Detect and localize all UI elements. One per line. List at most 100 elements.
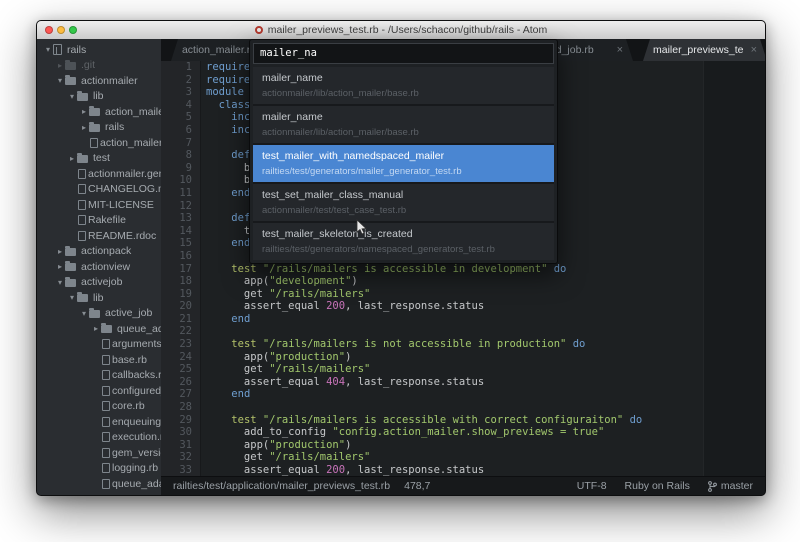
fuzzy-result-item[interactable]: test_mailer_with_namedspaced_mailerrailt…: [253, 145, 554, 182]
tree-item-actionview[interactable]: ▸actionview: [37, 259, 161, 275]
tree-item-enqueuing-rb[interactable]: enqueuing.rb: [37, 414, 161, 430]
status-branch[interactable]: master: [708, 480, 753, 492]
code-token: end: [231, 237, 250, 249]
file-icon: [102, 355, 110, 365]
tree-item-CHANGELOG-md[interactable]: CHANGELOG.md: [37, 182, 161, 198]
tree-item-label: callbacks.rb: [112, 369, 161, 381]
file-icon: [78, 169, 86, 179]
fuzzy-result-item[interactable]: mailer_nameactionmailer/lib/action_maile…: [253, 67, 554, 104]
status-cursor-position[interactable]: 478,7: [404, 480, 430, 492]
line-number: 14: [161, 225, 200, 238]
tree-item-arguments-rb[interactable]: arguments.rb: [37, 337, 161, 353]
code-token: inc: [231, 111, 250, 123]
file-icon: [102, 417, 110, 427]
tree-item-Rakefile[interactable]: Rakefile: [37, 213, 161, 229]
code-token: "config.action_mailer.show_previews = tr…: [332, 426, 604, 438]
tree-item-label: Rakefile: [88, 214, 126, 226]
tree-item-action-mailer-rb[interactable]: action_mailer.rb: [37, 135, 161, 151]
tree-item-action-mailer[interactable]: ▸action_mailer: [37, 104, 161, 120]
line-number: 28: [161, 401, 200, 414]
line-number: 2: [161, 74, 200, 87]
tree-item-test[interactable]: ▸test: [37, 151, 161, 167]
fuzzy-result-path: railties/test/generators/mailer_generato…: [262, 166, 545, 177]
tree-item-label: queue_adapter.rb: [112, 478, 161, 490]
fuzzy-finder-input[interactable]: mailer_na: [253, 43, 554, 64]
code-token: assert_equal: [206, 376, 326, 388]
tree-item-active-job[interactable]: ▾active_job: [37, 306, 161, 322]
tab-mailer-previews-test-rb[interactable]: mailer_previews_test.rb×: [643, 39, 766, 61]
tree-item-lib[interactable]: ▾lib: [37, 290, 161, 306]
tree-view[interactable]: ▾rails▸.git▾actionmailer▾lib▸action_mail…: [37, 39, 161, 495]
code-token: b: [206, 174, 250, 186]
fuzzy-result-title: test_set_mailer_class_manual: [262, 189, 545, 201]
status-grammar[interactable]: Ruby on Rails: [625, 480, 690, 492]
fuzzy-result-title: test_mailer_with_namedspaced_mailer: [262, 150, 545, 162]
tab-label: action_mailer.rb: [181, 44, 257, 56]
code-token: [206, 338, 231, 350]
line-number: 3: [161, 86, 200, 99]
line-number: 12: [161, 200, 200, 213]
tree-item-actionmailer-gemspec[interactable]: actionmailer.gemspec: [37, 166, 161, 182]
status-encoding[interactable]: UTF-8: [577, 480, 607, 492]
code-line: add_to_config "config.action_mailer.show…: [206, 426, 765, 439]
fuzzy-result-item[interactable]: test_mailer_skeleton_is_created railties/…: [253, 223, 554, 260]
folder-icon: [77, 93, 88, 101]
tree-item-queue-adapter-rb[interactable]: queue_adapter.rb: [37, 476, 161, 492]
tree-item-gem-version-rb[interactable]: gem_version.rb: [37, 445, 161, 461]
code-token: app(: [206, 351, 269, 363]
line-number: 31: [161, 439, 200, 452]
code-line: assert_equal 404, last_response.status: [206, 376, 765, 389]
close-window-button[interactable]: [45, 26, 53, 34]
tree-item-label: actionpack: [81, 245, 131, 257]
tree-item-core-rb[interactable]: core.rb: [37, 399, 161, 415]
minimize-window-button[interactable]: [57, 26, 65, 34]
atom-icon: [255, 26, 263, 34]
tree-item-README-rdoc[interactable]: README.rdoc: [37, 228, 161, 244]
tree-item-label: actionmailer.gemspec: [88, 168, 161, 180]
close-tab-icon[interactable]: ×: [751, 45, 757, 55]
fuzzy-result-item[interactable]: mailer_nameactionmailer/lib/action_maile…: [253, 106, 554, 143]
code-token: assert_equal: [206, 300, 326, 312]
tree-item-label: queue_adapters: [117, 323, 161, 335]
code-token: end: [231, 187, 250, 199]
line-number: 5: [161, 111, 200, 124]
tree-item-rails[interactable]: ▸rails: [37, 120, 161, 136]
tree-item-label: actionmailer: [81, 75, 138, 87]
folder-icon: [77, 155, 88, 163]
fuzzy-result-path: railties/test/generators/namespaced_gene…: [262, 244, 545, 255]
tree-item-logging-rb[interactable]: logging.rb: [37, 461, 161, 477]
line-number: 33: [161, 464, 200, 476]
code-token: ): [345, 439, 351, 451]
tree-item-configured-job-rb[interactable]: configured_job.rb: [37, 383, 161, 399]
code-token: ): [345, 351, 351, 363]
tree-item-queue-adapters[interactable]: ▸ queue_adapters: [37, 321, 161, 337]
window-title-text: mailer_previews_test.rb - /Users/schacon…: [268, 24, 548, 36]
zoom-window-button[interactable]: [69, 26, 77, 34]
close-tab-icon[interactable]: ×: [617, 45, 623, 55]
code-line: end: [206, 388, 765, 401]
chevron-right-icon: ▸: [55, 262, 65, 271]
title-bar[interactable]: mailer_previews_test.rb - /Users/schacon…: [37, 21, 765, 40]
tree-item-execution-rb[interactable]: execution.rb: [37, 430, 161, 446]
tree-item-label: test: [93, 152, 110, 164]
tree-item-label: lib: [93, 292, 104, 304]
tree-item--git[interactable]: ▸.git: [37, 58, 161, 74]
fuzzy-result-item[interactable]: test_set_mailer_class_manualactionmailer…: [253, 184, 554, 221]
tree-item-lib[interactable]: ▾lib: [37, 89, 161, 105]
fuzzy-result-title: test_mailer_skeleton_is_created: [262, 228, 545, 240]
chevron-right-icon: ▸: [91, 324, 101, 333]
code-token: test: [231, 414, 256, 426]
tree-item-rails[interactable]: ▾rails: [37, 42, 161, 58]
tree-item-label: activejob: [81, 276, 122, 288]
tree-item-base-rb[interactable]: base.rb: [37, 352, 161, 368]
file-icon: [102, 432, 110, 442]
folder-icon: [89, 124, 100, 132]
status-branch-label: master: [721, 480, 753, 492]
tree-item-actionmailer[interactable]: ▾actionmailer: [37, 73, 161, 89]
tree-item-label: gem_version.rb: [112, 447, 161, 459]
tree-item-callbacks-rb[interactable]: callbacks.rb: [37, 368, 161, 384]
tree-item-MIT-LICENSE[interactable]: MIT-LICENSE: [37, 197, 161, 213]
tree-item-actionpack[interactable]: ▸actionpack: [37, 244, 161, 260]
code-line: get "/rails/mailers": [206, 363, 765, 376]
tree-item-activejob[interactable]: ▾activejob: [37, 275, 161, 291]
